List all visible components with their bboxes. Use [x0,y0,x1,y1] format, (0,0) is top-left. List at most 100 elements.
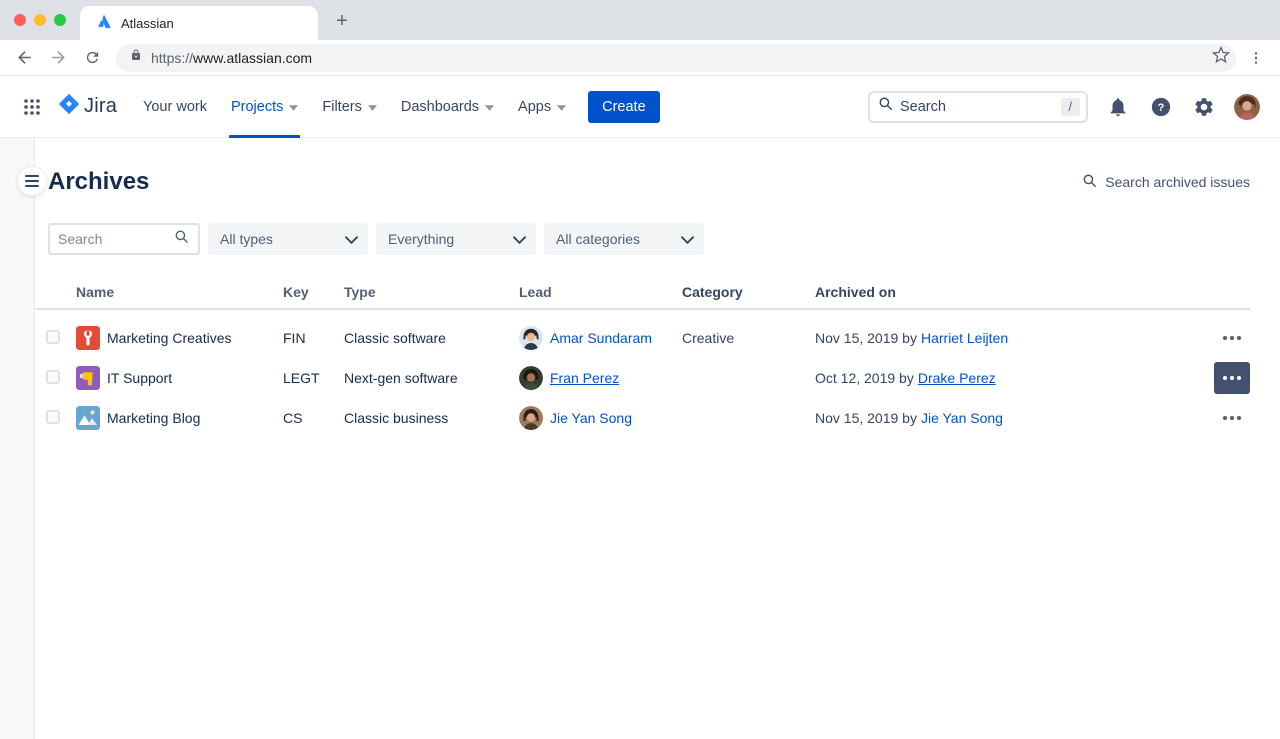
notifications-bell-icon[interactable] [1105,94,1131,120]
new-tab-button[interactable]: + [328,7,356,35]
browser-tab[interactable]: Atlassian [80,6,318,40]
forward-button[interactable] [44,44,72,72]
table-body: Marketing Creatives FIN Classic software… [36,310,1250,438]
jira-navbar: Jira Your work Projects Filters Dashboar… [0,76,1280,138]
search-icon [1082,173,1098,192]
types-filter-dropdown[interactable]: All types [208,223,368,255]
lead-avatar [519,406,543,430]
lead-avatar [519,366,543,390]
project-category: Creative [682,330,815,346]
archived-date: Nov 15, 2019 by [815,410,917,426]
app-switcher-icon[interactable] [16,91,48,123]
quick-search-box[interactable]: / [868,91,1088,123]
row-checkbox[interactable] [46,370,60,384]
create-button[interactable]: Create [588,91,660,123]
drill-icon [76,366,100,390]
search-archived-issues-link[interactable]: Search archived issues [1082,173,1250,192]
lead-link[interactable]: Jie Yan Song [550,410,632,426]
tab-title: Atlassian [121,16,174,31]
column-header-key: Key [283,284,344,300]
navbar-right: / ? [868,91,1260,123]
settings-gear-icon[interactable] [1191,94,1217,120]
archived-on-cell: Nov 15, 2019 byJie Yan Song [815,410,1185,426]
url-bar[interactable]: https://www.atlassian.com [116,44,1236,72]
browser-address-bar: https://www.atlassian.com [0,40,1280,76]
user-avatar[interactable] [1234,94,1260,120]
row-checkbox[interactable] [46,330,60,344]
project-type: Next-gen software [344,370,519,386]
collapsed-sidebar [0,138,35,739]
archives-main: Archives Search archived issues All type… [35,138,1280,739]
categories-filter-dropdown[interactable]: All categories [544,223,704,255]
archived-by-link[interactable]: Drake Perez [918,370,996,386]
expand-sidebar-button[interactable] [18,167,46,195]
archived-on-cell: Nov 15, 2019 byHarriet Leijten [815,330,1185,346]
project-key: LEGT [283,370,344,386]
quick-search-input[interactable] [900,99,1055,115]
column-header-lead: Lead [519,284,682,300]
browser-menu-icon[interactable] [1242,44,1270,72]
search-shortcut-badge: / [1061,98,1080,116]
project-key: CS [283,410,344,426]
archives-table: Name Key Type Lead Category Archived on … [36,284,1250,438]
column-header-archived-on: Archived on [815,284,1185,300]
column-header-type: Type [344,284,519,300]
nav-item-apps[interactable]: Apps [506,76,578,138]
reload-button[interactable] [78,44,106,72]
nav-item-your-work[interactable]: Your work [131,76,219,138]
chevron-down-icon [485,99,494,115]
minimize-window-button[interactable] [34,14,46,26]
table-row: Marketing Blog CS Classic business Jie Y… [36,398,1250,438]
jira-logo-icon [58,93,80,120]
project-key: FIN [283,330,344,346]
lead-avatar [519,326,543,350]
chevron-down-icon [557,99,566,115]
filter-search-field[interactable] [48,223,200,255]
project-type: Classic software [344,330,519,346]
more-actions-button[interactable] [1214,402,1250,434]
lead-link[interactable]: Amar Sundaram [550,330,652,346]
nav-items: Your work Projects Filters Dashboards Ap… [131,76,578,138]
bookmark-star-icon[interactable] [1212,46,1230,69]
scope-filter-dropdown[interactable]: Everything [376,223,536,255]
project-name[interactable]: Marketing Creatives [107,330,232,346]
archived-by-link[interactable]: Harriet Leijten [921,330,1008,346]
filter-search-input[interactable] [58,231,168,247]
page-header: Archives Search archived issues [48,168,1250,196]
chevron-down-icon [289,99,298,115]
lead-link[interactable]: Fran Perez [550,370,619,386]
page-content: Archives Search archived issues All type… [0,138,1280,739]
chevron-down-icon [345,231,358,247]
more-actions-button[interactable] [1214,322,1250,354]
back-button[interactable] [10,44,38,72]
nav-item-dashboards[interactable]: Dashboards [389,76,506,138]
jira-logo[interactable]: Jira [58,93,117,120]
zoom-window-button[interactable] [54,14,66,26]
project-type: Classic business [344,410,519,426]
row-checkbox[interactable] [46,410,60,424]
help-icon[interactable]: ? [1148,94,1174,120]
column-header-category: Category [682,284,815,300]
archived-date: Nov 15, 2019 by [815,330,917,346]
page-title: Archives [48,168,149,196]
jira-logo-text: Jira [84,95,117,118]
wrench-icon [76,326,100,350]
project-name[interactable]: Marketing Blog [107,410,200,426]
traffic-lights [14,14,66,26]
search-icon [174,229,190,250]
filter-row: All types Everything All categories [48,223,1250,255]
project-name[interactable]: IT Support [107,370,172,386]
chevron-down-icon [368,99,377,115]
more-actions-button-active[interactable] [1214,362,1250,394]
table-row: IT Support LEGT Next-gen software Fran P… [36,358,1250,398]
atlassian-favicon [96,13,112,34]
lock-icon [130,48,142,67]
svg-text:?: ? [1158,101,1165,113]
nav-item-filters[interactable]: Filters [310,76,388,138]
chevron-down-icon [681,231,694,247]
archived-by-link[interactable]: Jie Yan Song [921,410,1003,426]
close-window-button[interactable] [14,14,26,26]
nav-item-projects[interactable]: Projects [219,76,310,138]
table-header: Name Key Type Lead Category Archived on [36,284,1250,310]
chevron-down-icon [513,231,526,247]
